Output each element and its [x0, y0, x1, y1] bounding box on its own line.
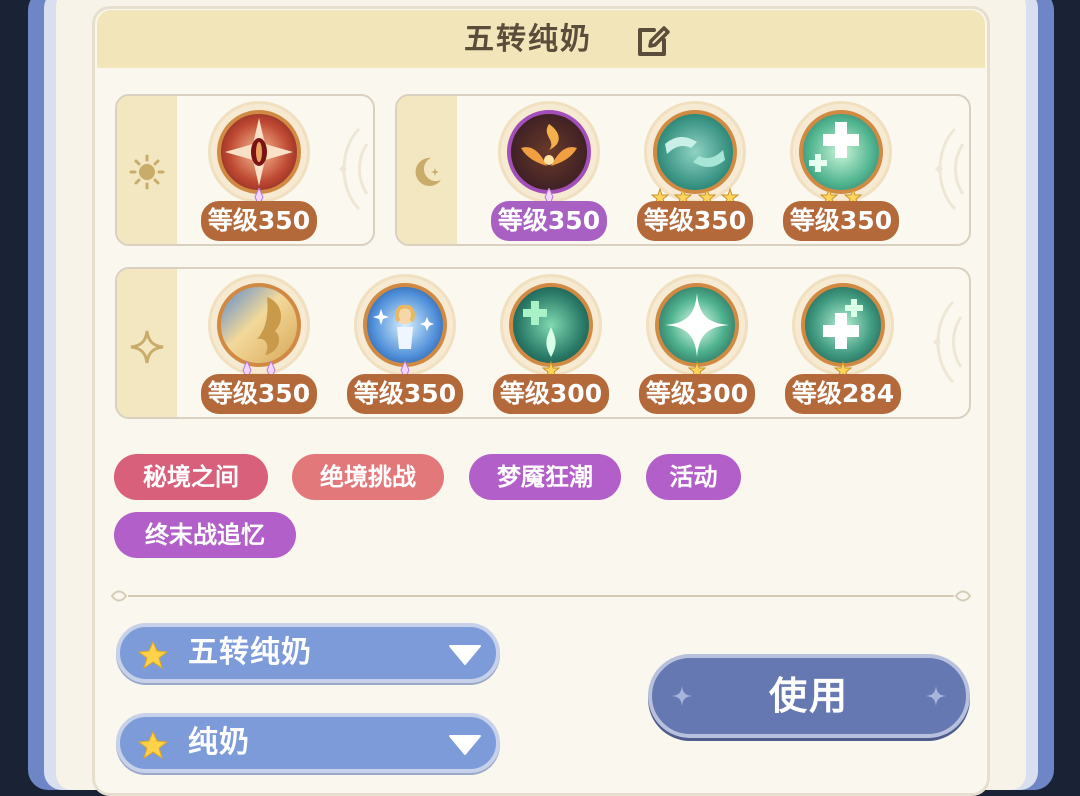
star-burst-skill[interactable]: 等级300: [639, 273, 755, 414]
chevron-down-icon: [449, 735, 481, 755]
skill-ring: [503, 277, 599, 373]
eye-icon: [225, 118, 293, 186]
sun-icon: [129, 154, 165, 190]
skill-ring: [211, 104, 307, 200]
skill-level: 等级350: [201, 201, 317, 241]
cross-icon: [809, 122, 859, 172]
heal-icon: [523, 301, 556, 357]
use-button-label: 使用: [768, 674, 849, 718]
preset-select-label: 纯奶: [188, 725, 250, 760]
skill-level: 等级300: [639, 374, 755, 414]
chevron-down-icon: [449, 645, 481, 665]
preset-select[interactable]: 纯奶: [116, 713, 500, 773]
healing-hands-skill[interactable]: 等级350: [637, 100, 753, 241]
tag-desperate-challenge[interactable]: 绝境挑战: [292, 454, 444, 500]
cross-icon: [823, 299, 863, 349]
angel-skill[interactable]: 等级350: [347, 273, 463, 414]
skill-row-sparkle: 等级350 等级350 等级300 等级300 等级284: [115, 267, 971, 419]
angel-icon: [373, 304, 434, 349]
sparkle-icon: [130, 330, 164, 364]
skill-art: [509, 283, 593, 367]
heal-burst-skill[interactable]: 等级300: [493, 273, 609, 414]
skill-art: [217, 110, 301, 194]
red-eye-skill[interactable]: 等级350: [201, 100, 317, 241]
row-decoration: [935, 127, 965, 211]
loadout-title: 五转纯奶: [464, 22, 592, 57]
starburst-icon: [665, 293, 729, 357]
skill-level: 等级350: [491, 201, 607, 241]
skill-art: [799, 110, 883, 194]
skill-level: 等级350: [783, 201, 899, 241]
edit-icon[interactable]: [634, 22, 672, 60]
skill-level: 等级300: [493, 374, 609, 414]
hands-icon: [665, 137, 725, 167]
dragon-icon: [257, 297, 282, 355]
loadout-select[interactable]: 五转纯奶: [116, 623, 500, 683]
skill-level: 等级350: [347, 374, 463, 414]
skill-ring: [501, 104, 597, 200]
skill-ring: [211, 277, 307, 373]
use-button[interactable]: 使用: [648, 654, 970, 738]
skill-row-moon: 等级350 等级350 等级350: [395, 94, 971, 246]
loadout-select-label: 五转纯奶: [188, 635, 312, 670]
skill-ring: [793, 104, 889, 200]
skill-art: [217, 283, 301, 367]
skill-row-sun: 等级350: [115, 94, 375, 246]
moon-icon: [415, 157, 441, 186]
skill-art: [655, 283, 739, 367]
skill-level: 等级350: [201, 374, 317, 414]
skill-art: [363, 283, 447, 367]
skill-art: [507, 110, 591, 194]
flame-wings-skill[interactable]: 等级350: [491, 100, 607, 241]
skill-ring: [795, 277, 891, 373]
star-icon: [138, 730, 168, 760]
skill-ring: [649, 277, 745, 373]
skill-art: [653, 110, 737, 194]
sparkle-icon: [926, 686, 946, 706]
row-decoration: [339, 127, 369, 211]
row-decoration: [933, 300, 963, 384]
green-cross-skill[interactable]: 等级350: [783, 100, 899, 241]
dragon-skill[interactable]: 等级350: [201, 273, 317, 414]
skill-level: 等级284: [785, 374, 901, 414]
tag-secret-realm[interactable]: 秘境之间: [114, 454, 268, 500]
cross-burst-skill[interactable]: 等级284: [785, 273, 901, 414]
tag-event[interactable]: 活动: [646, 454, 741, 500]
tag-nightmare-tide[interactable]: 梦魇狂潮: [469, 454, 621, 500]
skill-level: 等级350: [637, 201, 753, 241]
tag-final-battle-memory[interactable]: 终末战追忆: [114, 512, 296, 558]
skill-art: [801, 283, 885, 367]
flame-icon: [521, 124, 577, 166]
skill-ring: [357, 277, 453, 373]
skill-ring: [647, 104, 743, 200]
divider: [110, 590, 972, 602]
star-icon: [138, 640, 168, 670]
